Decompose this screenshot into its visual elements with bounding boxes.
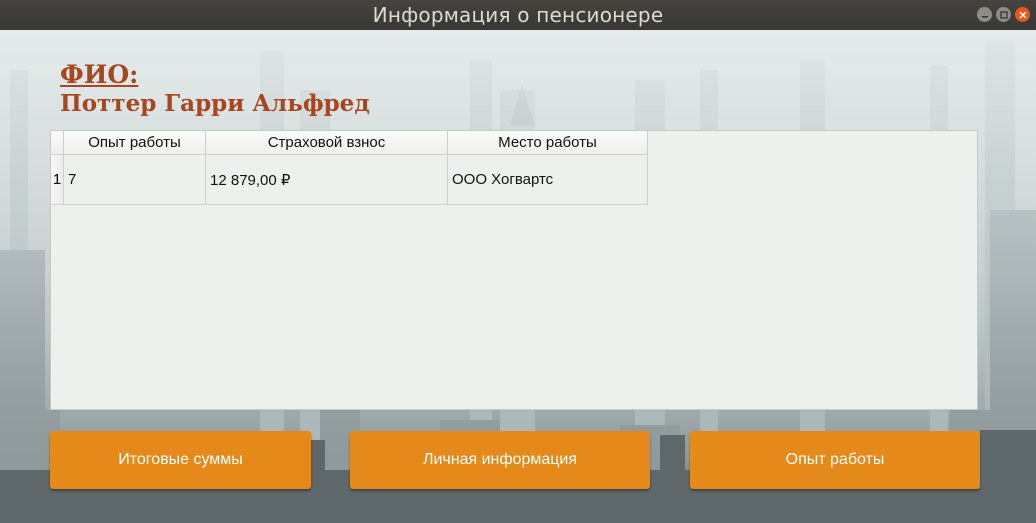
work-experience-button[interactable]: Опыт работы <box>690 431 980 489</box>
window-title: Информация о пенсионере <box>372 3 664 27</box>
close-icon <box>1018 10 1027 19</box>
close-button[interactable] <box>1015 7 1030 22</box>
personal-info-button[interactable]: Личная информация <box>350 431 650 489</box>
column-header-insurance[interactable]: Страховой взнос <box>206 131 448 155</box>
maximize-button[interactable] <box>996 7 1011 22</box>
window-controls <box>977 7 1030 22</box>
maximize-icon <box>999 10 1008 19</box>
table-corner[interactable] <box>51 131 64 155</box>
table-cell-insurance[interactable]: 12 879,00 ₽ <box>206 155 448 205</box>
table-cell-experience[interactable]: 7 <box>64 155 206 205</box>
work-experience-table[interactable]: Опыт работы Страховой взнос Место работы… <box>50 130 978 410</box>
table-cell-workplace[interactable]: ООО Хогвартс <box>448 155 648 205</box>
minimize-button[interactable] <box>977 7 992 22</box>
fio-label: ФИО: <box>60 60 139 89</box>
column-header-workplace[interactable]: Место работы <box>448 131 648 155</box>
row-header[interactable]: 1 <box>51 155 64 205</box>
fio-name: Поттер Гарри Альфред <box>60 90 370 117</box>
minimize-icon <box>981 15 988 17</box>
window-titlebar[interactable]: Информация о пенсионере <box>0 0 1036 30</box>
totals-button[interactable]: Итоговые суммы <box>50 431 311 489</box>
column-header-experience[interactable]: Опыт работы <box>64 131 206 155</box>
